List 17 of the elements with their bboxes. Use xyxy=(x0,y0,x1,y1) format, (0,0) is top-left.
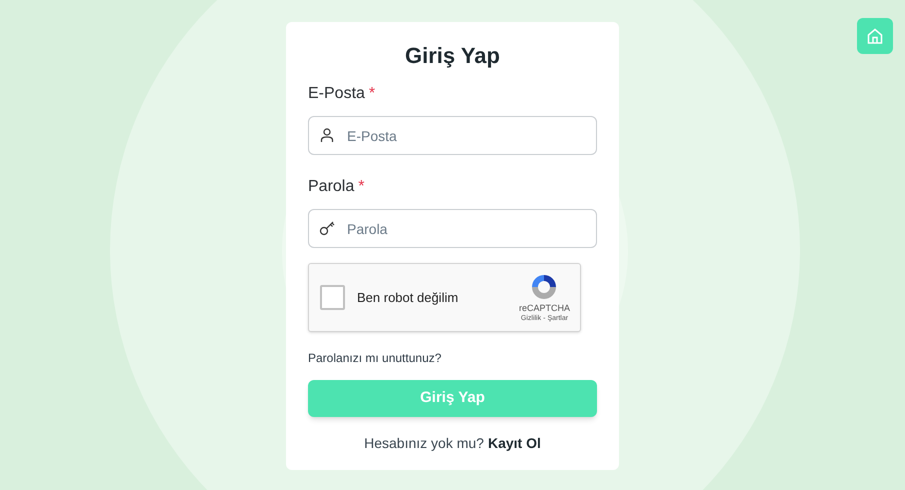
forgot-password-link[interactable]: Parolanızı mı unuttunuz? xyxy=(308,349,442,367)
page-title: Giriş Yap xyxy=(404,42,501,70)
register-link[interactable]: Kayıt Ol xyxy=(488,433,541,454)
field-label: Parola xyxy=(308,177,354,197)
key-icon xyxy=(319,220,337,236)
required-mark: * xyxy=(358,177,364,197)
email-field[interactable]: E-Posta xyxy=(308,116,597,155)
captcha-checkbox[interactable] xyxy=(320,285,345,310)
captcha-brand: reCAPTCHA xyxy=(518,302,570,314)
captcha-label: Ben robot değilim xyxy=(357,288,460,307)
password-field[interactable]: Parola xyxy=(308,209,597,248)
user-icon xyxy=(319,127,335,143)
home-icon xyxy=(866,27,884,45)
no-account-text: Hesabınız yok mu? xyxy=(364,434,484,453)
required-mark: * xyxy=(368,84,376,104)
field-label: E-Posta xyxy=(308,84,365,104)
home-button[interactable] xyxy=(857,18,893,54)
